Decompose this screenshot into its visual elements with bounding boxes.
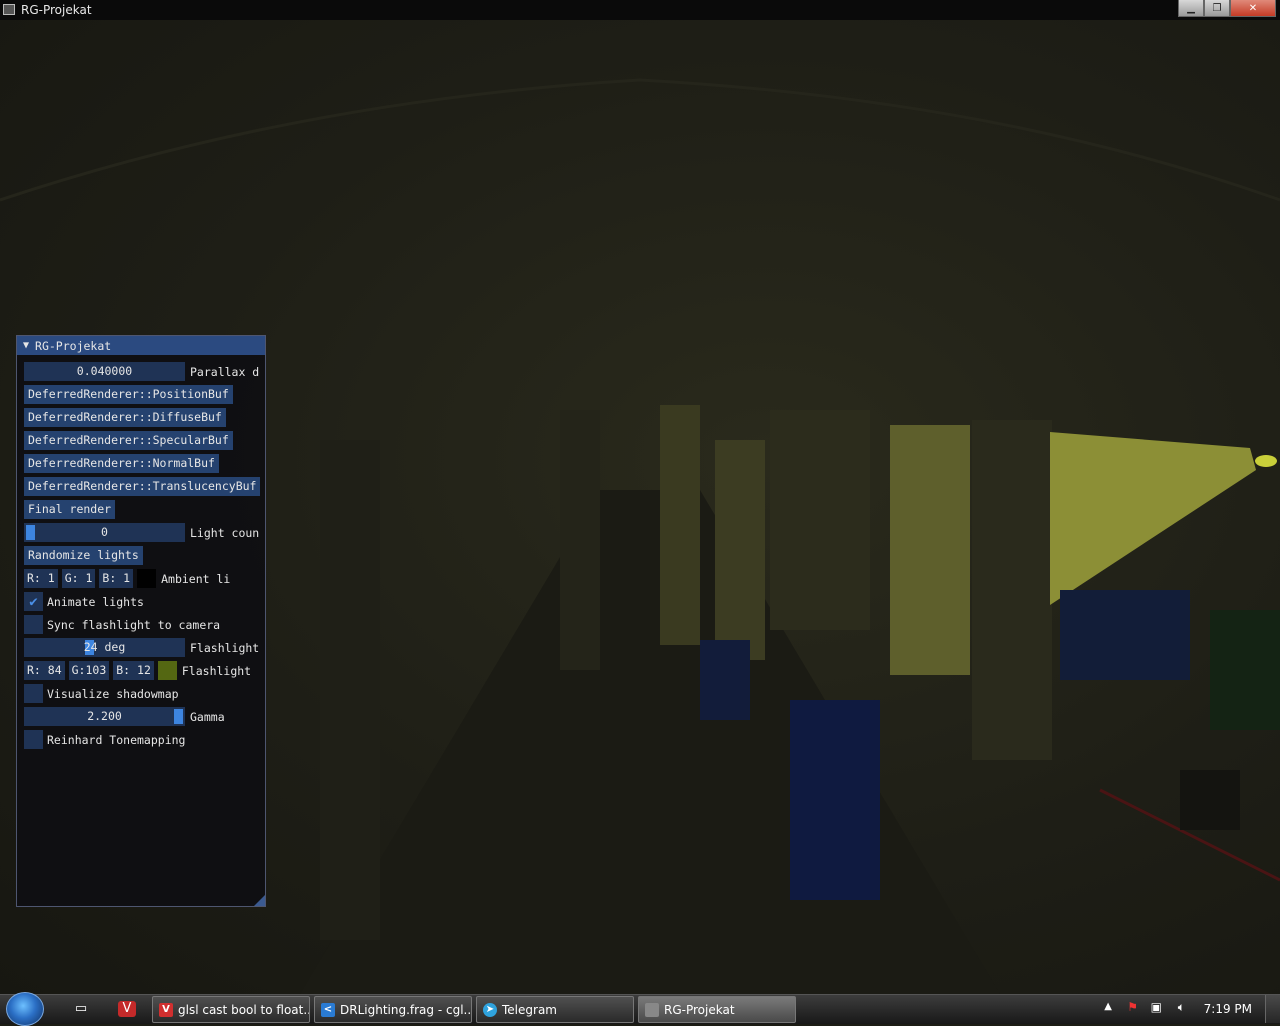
- minimize-button[interactable]: ▁: [1178, 0, 1204, 17]
- sync-flashlight-row: Sync flashlight to camera: [24, 615, 220, 634]
- gamma-label: Gamma: [190, 709, 225, 724]
- taskbar: ▭ V V glsl cast bool to float... < DRLig…: [0, 992, 1280, 1026]
- app-window-icon: [645, 1002, 659, 1017]
- panel-header[interactable]: ▼ RG-Projekat: [17, 336, 265, 355]
- action-center-icon[interactable]: ⚑: [1127, 1000, 1138, 1014]
- file-explorer-icon[interactable]: ▭: [72, 1001, 90, 1017]
- telegram-icon: ➤: [483, 1002, 497, 1017]
- app-window-icon: [3, 4, 15, 15]
- window-controls: ▁ ❐ ✕: [1178, 0, 1276, 18]
- ambient-b-field[interactable]: B: 1: [99, 569, 134, 588]
- volume-icon[interactable]: 🔈︎: [1178, 1000, 1185, 1015]
- flashlight-angle-slider[interactable]: 24 deg: [24, 638, 185, 657]
- close-button[interactable]: ✕: [1230, 0, 1276, 17]
- ambient-color-row: R: 1 G: 1 B: 1 Ambient li: [24, 569, 231, 588]
- flashlight-angle-value: 24 deg: [83, 640, 126, 654]
- taskbar-item-telegram[interactable]: ➤ Telegram: [476, 996, 634, 1023]
- gamma-grab[interactable]: [174, 709, 183, 724]
- position-buffer-button[interactable]: DeferredRenderer::PositionBuf: [24, 385, 233, 404]
- maximize-button[interactable]: ❐: [1204, 0, 1230, 17]
- reinhard-checkbox[interactable]: [24, 730, 43, 749]
- flashlight-angle-label: Flashlight: [190, 640, 260, 655]
- light-count-label: Light coun: [190, 525, 260, 540]
- translucency-buffer-button[interactable]: DeferredRenderer::TranslucencyBuf: [24, 477, 261, 496]
- final-render-button[interactable]: Final render: [24, 500, 116, 519]
- sync-flashlight-checkbox[interactable]: [24, 615, 43, 634]
- parallax-row: 0.040000 Parallax de: [24, 362, 260, 381]
- sync-flashlight-label: Sync flashlight to camera: [47, 617, 221, 632]
- flashlight-b-field[interactable]: B: 12: [113, 661, 154, 680]
- flashlight-r-field[interactable]: R: 84: [24, 661, 65, 680]
- window-title: RG-Projekat: [21, 3, 92, 17]
- gamma-value: 2.200: [87, 709, 122, 723]
- parallax-value: 0.040000: [76, 364, 133, 378]
- light-count-row: 0 Light coun: [24, 523, 260, 542]
- visualize-shadowmap-row: Visualize shadowmap: [24, 684, 179, 703]
- taskbar-item-browser[interactable]: V glsl cast bool to float...: [152, 996, 310, 1023]
- clock[interactable]: 7:19 PM: [1204, 1002, 1252, 1016]
- taskbar-item-vscode[interactable]: < DRLighting.frag - cgl...: [314, 996, 472, 1023]
- taskbar-item-label: RG-Projekat: [664, 1002, 735, 1017]
- animate-lights-label: Animate lights: [47, 594, 144, 609]
- window-title-bar[interactable]: RG-Projekat ▁ ❐ ✕: [0, 0, 1280, 20]
- gamma-slider[interactable]: 2.200: [24, 707, 185, 726]
- settings-panel[interactable]: ▼ RG-Projekat 0.040000 Parallax de Defer…: [16, 335, 266, 907]
- gamma-row: 2.200 Gamma: [24, 707, 260, 726]
- flashlight-color-swatch[interactable]: [157, 661, 177, 680]
- reinhard-row: Reinhard Tonemapping: [24, 730, 185, 749]
- animate-lights-row: ✔ Animate lights: [24, 592, 144, 611]
- taskbar-item-label: glsl cast bool to float...: [178, 1002, 310, 1017]
- specular-buffer-button[interactable]: DeferredRenderer::SpecularBuf: [24, 431, 233, 450]
- show-desktop-button[interactable]: [1265, 995, 1280, 1023]
- diffuse-buffer-button[interactable]: DeferredRenderer::DiffuseBuf: [24, 408, 226, 427]
- vivaldi-icon[interactable]: V: [118, 1001, 136, 1017]
- reinhard-label: Reinhard Tonemapping: [47, 732, 186, 747]
- light-count-grab[interactable]: [26, 525, 35, 540]
- visualize-shadowmap-label: Visualize shadowmap: [47, 686, 179, 701]
- network-icon[interactable]: ▣: [1151, 1000, 1162, 1014]
- light-count-value: 0: [101, 525, 108, 539]
- flashlight-color-label: Flashlight: [181, 663, 252, 678]
- light-count-slider[interactable]: 0: [24, 523, 185, 542]
- parallax-drag[interactable]: 0.040000: [24, 362, 185, 381]
- panel-title: RG-Projekat: [35, 338, 112, 353]
- animate-lights-checkbox[interactable]: ✔: [24, 592, 43, 611]
- ambient-label: Ambient li: [161, 571, 231, 586]
- vivaldi-icon: V: [159, 1002, 173, 1017]
- taskbar-item-rg-projekat[interactable]: RG-Projekat: [638, 996, 796, 1023]
- start-button[interactable]: [6, 992, 44, 1026]
- ambient-g-field[interactable]: G: 1: [61, 569, 96, 588]
- resize-grip-icon[interactable]: [254, 895, 265, 906]
- checkmark-icon: ✔: [29, 593, 38, 610]
- taskbar-item-label: DRLighting.frag - cgl...: [340, 1002, 472, 1017]
- vscode-icon: <: [321, 1002, 335, 1017]
- normal-buffer-button[interactable]: DeferredRenderer::NormalBuf: [24, 454, 219, 473]
- flashlight-angle-row: 24 deg Flashlight: [24, 638, 260, 657]
- parallax-label: Parallax de: [190, 364, 260, 379]
- taskbar-item-label: Telegram: [502, 1002, 557, 1017]
- randomize-lights-button[interactable]: Randomize lights: [24, 546, 143, 565]
- collapse-triangle-icon[interactable]: ▼: [23, 340, 29, 351]
- ambient-r-field[interactable]: R: 1: [24, 569, 58, 588]
- flashlight-g-field[interactable]: G:103: [68, 661, 110, 680]
- ambient-color-swatch[interactable]: [137, 569, 157, 588]
- flashlight-color-row: R: 84 G:103 B: 12 Flashlight: [24, 661, 252, 680]
- tray-expand-icon[interactable]: ▲: [1104, 1001, 1112, 1012]
- visualize-shadowmap-checkbox[interactable]: [24, 684, 43, 703]
